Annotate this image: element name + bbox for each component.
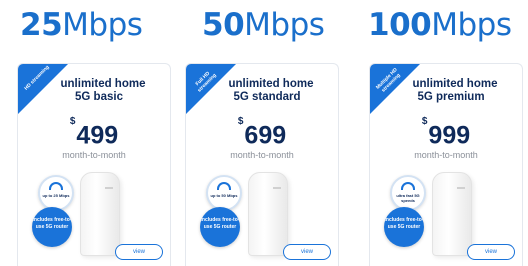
speed-number: 25 — [20, 7, 63, 43]
plan-card-basic[interactable]: HD streaming unlimited home 5G basic $49… — [17, 63, 171, 266]
speed-badge: up to 50 Mbps — [206, 175, 242, 211]
speed-number: 50 — [202, 7, 245, 43]
speed-badge: ultra fast 5G speeds — [390, 175, 426, 211]
plan-name-line1: unlimited home — [412, 78, 498, 90]
router-logo — [457, 187, 465, 189]
speed-badge-text: up to 25 Mbps — [42, 193, 70, 198]
plan-name-line2: 5G premium — [417, 91, 485, 103]
plan-price: $999 — [370, 116, 522, 150]
plan-name: unlimited home 5G basic — [18, 78, 170, 104]
speed-badge-text: ultra fast 5G speeds — [396, 193, 420, 203]
router-image — [80, 172, 120, 256]
router-logo — [273, 187, 281, 189]
plan-price: $699 — [186, 116, 338, 150]
view-button[interactable]: view — [283, 244, 331, 260]
speed-unit: Mbps — [244, 7, 325, 43]
router-logo — [105, 187, 113, 189]
speed-badge: up to 25 Mbps — [38, 175, 74, 211]
speed-unit: Mbps — [62, 7, 143, 43]
currency-symbol: $ — [237, 116, 244, 127]
plan-name-line1: unlimited home — [60, 78, 146, 90]
speed-heading-standard: 50Mbps — [202, 6, 325, 44]
router-image — [248, 172, 288, 256]
view-button[interactable]: view — [467, 244, 515, 260]
plan-name-line2: 5G basic — [75, 91, 123, 103]
plan-name: unlimited home 5G standard — [186, 78, 338, 104]
price-value: 699 — [244, 121, 287, 150]
speed-heading-basic: 25Mbps — [20, 6, 143, 44]
currency-symbol: $ — [421, 116, 428, 127]
price-value: 499 — [76, 121, 119, 150]
currency-symbol: $ — [69, 116, 76, 127]
speedometer-icon — [401, 182, 415, 190]
view-button[interactable]: view — [115, 244, 163, 260]
plan-card-premium[interactable]: Multiple HD streaming unlimited home 5G … — [369, 63, 523, 266]
price-value: 999 — [428, 121, 471, 150]
router-badge-text: includes free-to-use 5G router — [384, 217, 424, 230]
router-badge-text: includes free-to-use 5G router — [200, 217, 240, 230]
router-badge: includes free-to-use 5G router — [384, 207, 424, 247]
router-image — [432, 172, 472, 256]
speed-number: 100 — [368, 7, 432, 43]
speedometer-icon — [49, 182, 63, 190]
billing-term: month-to-month — [62, 150, 126, 160]
plan-name-line1: unlimited home — [228, 78, 314, 90]
speed-badge-text: up to 50 Mbps — [210, 193, 238, 198]
plan-card-standard[interactable]: Full HD streaming unlimited home 5G stan… — [185, 63, 339, 266]
plans-page: 25Mbps 50Mbps 100Mbps HD streaming unlim… — [0, 0, 528, 266]
plan-price: $499 — [18, 116, 170, 150]
router-badge: includes free-to-use 5G router — [200, 207, 240, 247]
plan-name: unlimited home 5G premium — [370, 78, 522, 104]
speed-unit: Mbps — [431, 7, 512, 43]
speed-heading-premium: 100Mbps — [368, 6, 512, 44]
billing-term: month-to-month — [230, 150, 294, 160]
router-badge-text: includes free-to-use 5G router — [32, 217, 72, 230]
speedometer-icon — [217, 182, 231, 190]
billing-term: month-to-month — [414, 150, 478, 160]
router-badge: includes free-to-use 5G router — [32, 207, 72, 247]
plan-name-line2: 5G standard — [233, 91, 301, 103]
